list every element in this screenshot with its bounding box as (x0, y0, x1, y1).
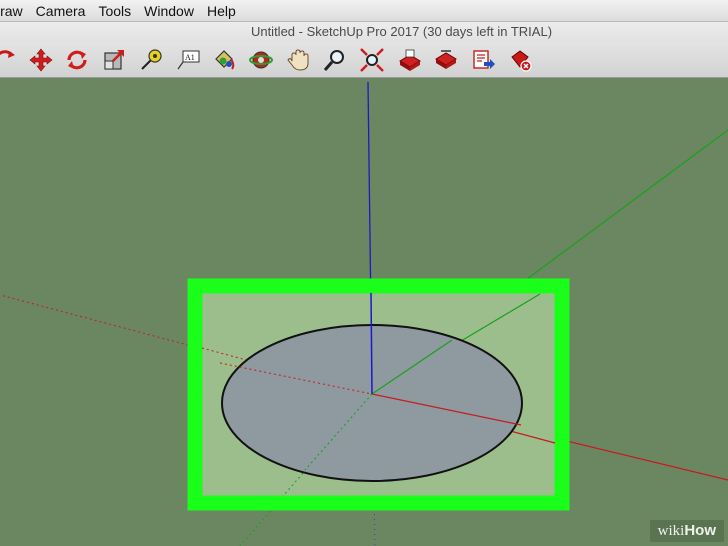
menu-window[interactable]: Window (137, 0, 200, 22)
orbit-icon[interactable] (248, 47, 274, 73)
paint-bucket-icon[interactable] (211, 47, 237, 73)
watermark-prefix: wiki (657, 523, 685, 539)
viewport-canvas (0, 81, 728, 546)
watermark-suffix: How (684, 522, 716, 539)
menu-bar: Draw Camera Tools Window Help (0, 0, 728, 22)
rotate-icon[interactable] (64, 47, 90, 73)
modeling-viewport[interactable] (0, 79, 728, 546)
menu-tools[interactable]: Tools (91, 0, 137, 22)
share-model-icon[interactable] (470, 47, 496, 73)
menu-help[interactable]: Help (200, 0, 242, 22)
components-icon[interactable] (433, 47, 459, 73)
menu-camera[interactable]: Camera (29, 0, 92, 22)
zoom-icon[interactable] (322, 47, 348, 73)
scale-icon[interactable] (101, 47, 127, 73)
tape-measure-icon[interactable] (138, 47, 164, 73)
menu-draw[interactable]: Draw (0, 0, 29, 22)
wikihow-watermark: wikiHow (649, 520, 724, 542)
rotate-arc-icon[interactable] (0, 47, 18, 73)
text-tool-label: A1 (185, 53, 195, 62)
window-title: Untitled - SketchUp Pro 2017 (30 days le… (0, 22, 728, 42)
move-icon[interactable] (28, 47, 54, 73)
warehouse-icon[interactable] (397, 47, 423, 73)
extension-warehouse-icon[interactable] (507, 47, 533, 73)
toolbar: A1 (0, 42, 728, 78)
pan-icon[interactable] (285, 47, 311, 73)
text-icon[interactable]: A1 (175, 47, 201, 73)
blue-axis-face (370, 292, 373, 395)
zoom-extents-icon[interactable] (359, 47, 385, 73)
